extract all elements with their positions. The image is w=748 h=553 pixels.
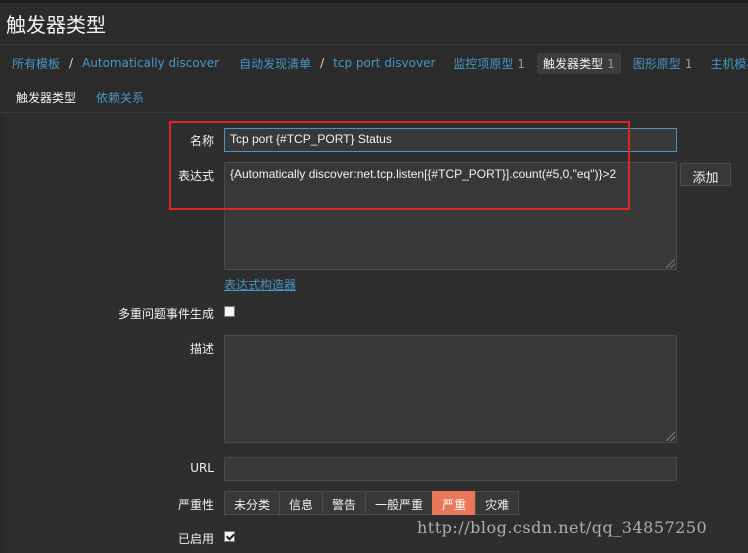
severity-disaster[interactable]: 灾难 bbox=[475, 491, 520, 515]
top-strip bbox=[0, 0, 748, 3]
breadcrumb-separator: / bbox=[69, 56, 74, 70]
breadcrumb: 所有模板 / Automatically discover 自动发现清单 / t… bbox=[6, 52, 748, 74]
breadcrumb-template[interactable]: Automatically discover bbox=[76, 54, 225, 72]
resize-handle-icon[interactable] bbox=[666, 259, 675, 268]
add-expression-button[interactable]: 添加 bbox=[680, 163, 731, 186]
severity-average[interactable]: 一般严重 bbox=[365, 491, 434, 515]
url-label: URL bbox=[190, 461, 214, 475]
severity-selector: 未分类 信息 警告 一般严重 严重 灾难 bbox=[224, 491, 520, 515]
severity-high[interactable]: 严重 bbox=[432, 491, 477, 515]
expression-builder-link[interactable]: 表达式构造器 bbox=[224, 276, 296, 293]
breadcrumb-trigger-prototypes-label: 触发器类型 bbox=[543, 56, 604, 71]
url-input[interactable] bbox=[224, 457, 677, 481]
severity-label: 严重性 bbox=[177, 498, 214, 512]
tab-dependencies[interactable]: 依赖关系 bbox=[86, 84, 154, 112]
severity-not-classified[interactable]: 未分类 bbox=[224, 491, 281, 515]
watermark: http://blog.csdn.net/qq_34857250 bbox=[417, 518, 708, 537]
page-title: 触发器类型 bbox=[6, 13, 106, 37]
breadcrumb-item-prototypes-count: 1 bbox=[517, 56, 526, 71]
breadcrumb-item-prototypes[interactable]: 监控项原型 1 bbox=[447, 53, 531, 74]
form-tabs: 触发器类型 依赖关系 bbox=[6, 84, 154, 115]
multiple-events-label: 多重问题事件生成 bbox=[117, 307, 214, 321]
multiple-events-checkbox[interactable] bbox=[224, 306, 235, 317]
breadcrumb-item-prototypes-label: 监控项原型 bbox=[453, 56, 514, 71]
description-textarea[interactable] bbox=[224, 335, 677, 443]
tab-trigger-prototype[interactable]: 触发器类型 bbox=[6, 84, 87, 115]
breadcrumb-separator: / bbox=[320, 56, 325, 70]
breadcrumb-discovery-rule[interactable]: tcp port disvover bbox=[327, 54, 441, 72]
breadcrumb-graph-prototypes-count: 1 bbox=[684, 56, 693, 71]
breadcrumb-host-templates[interactable]: 主机模板 bbox=[704, 53, 748, 74]
annotation-highlight-box bbox=[169, 121, 630, 210]
breadcrumb-graph-prototypes-label: 图形原型 bbox=[632, 56, 681, 71]
resize-handle-icon[interactable] bbox=[666, 432, 675, 441]
title-divider bbox=[0, 44, 748, 45]
enabled-checkbox[interactable] bbox=[224, 531, 235, 542]
breadcrumb-all-templates[interactable]: 所有模板 bbox=[6, 53, 66, 74]
description-label: 描述 bbox=[189, 342, 214, 356]
breadcrumb-graph-prototypes[interactable]: 图形原型 1 bbox=[627, 53, 699, 74]
severity-information[interactable]: 信息 bbox=[279, 491, 324, 515]
enabled-label: 已启用 bbox=[177, 532, 214, 546]
breadcrumb-discovery-list[interactable]: 自动发现清单 bbox=[233, 53, 317, 74]
severity-warning[interactable]: 警告 bbox=[322, 491, 367, 515]
breadcrumb-trigger-prototypes[interactable]: 触发器类型 1 bbox=[537, 52, 621, 74]
breadcrumb-trigger-prototypes-count: 1 bbox=[607, 56, 615, 71]
